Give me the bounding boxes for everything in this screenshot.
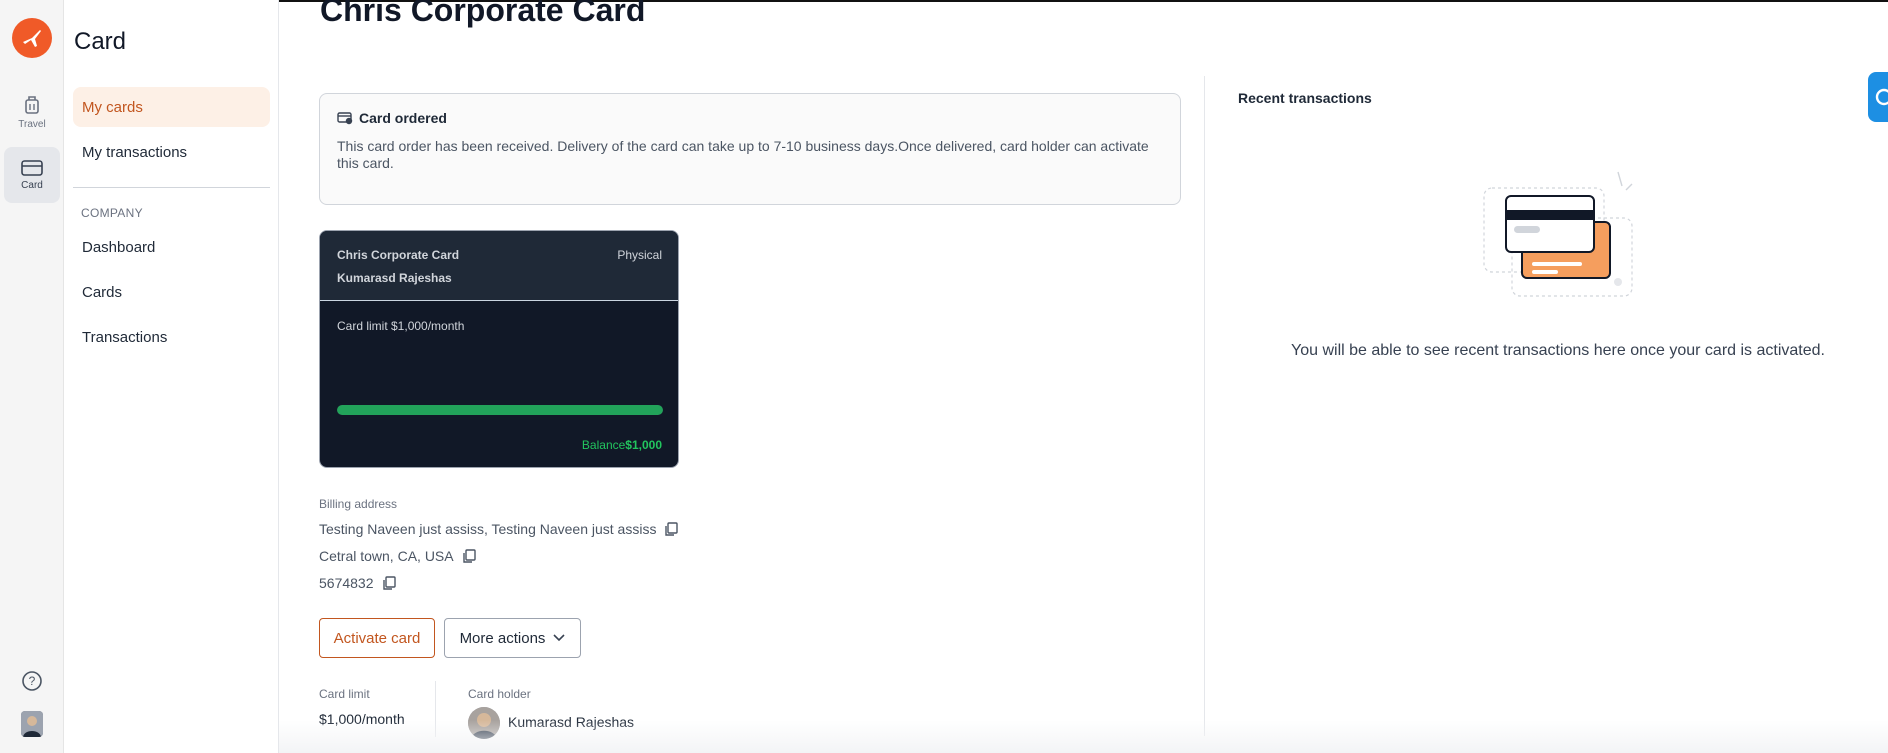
balance-label: Balance <box>581 438 626 452</box>
recent-transactions-title: Recent transactions <box>1238 90 1372 106</box>
person-avatar-icon <box>468 707 500 739</box>
copy-icon[interactable] <box>462 548 476 564</box>
card-ordered-icon <box>337 111 353 124</box>
card-type: Physical <box>617 248 662 262</box>
sidebar-item-label: Dashboard <box>82 238 156 256</box>
copy-icon[interactable] <box>382 575 396 591</box>
chat-icon <box>1875 88 1888 106</box>
card-balance: Balance$1,000 <box>582 438 662 452</box>
card-holder-value: Kumarasd Rajeshas <box>508 714 635 730</box>
more-actions-label: More actions <box>459 629 546 647</box>
billing-line-text: Testing Naveen just assiss, Testing Nave… <box>319 521 657 537</box>
luggage-icon <box>25 95 39 114</box>
card-icon <box>21 159 43 176</box>
sidebar-item-my-cards[interactable]: My cards <box>73 87 270 127</box>
app-logo[interactable] <box>12 18 52 58</box>
empty-cards-illustration-icon <box>1483 171 1633 297</box>
sidebar-title: Card <box>74 28 127 55</box>
person-avatar-icon <box>21 711 43 737</box>
sidebar-item-label: My transactions <box>82 143 188 161</box>
rail-item-travel[interactable]: Travel <box>4 84 60 140</box>
corporate-card[interactable]: Chris Corporate Card Kumarasd Rajeshas P… <box>319 230 679 468</box>
chat-widget-tab[interactable] <box>1868 72 1888 122</box>
card-holder-avatar <box>468 707 500 739</box>
card-holder-name: Kumarasd Rajeshas <box>337 271 452 285</box>
sidebar-item-cards[interactable]: Cards <box>73 272 270 312</box>
svg-text:?: ? <box>29 674 36 688</box>
sidebar-divider <box>73 187 270 188</box>
page-title: Chris Corporate Card <box>320 0 646 28</box>
sidebar-item-label: Transactions <box>82 328 168 346</box>
card-limit-text: Card limit $1,000/month <box>337 319 465 333</box>
sidebar-item-transactions[interactable]: Transactions <box>73 317 270 357</box>
sidebar: Card My cards My transactions COMPANY Da… <box>64 0 279 753</box>
card-limit-label: Card limit <box>319 687 370 701</box>
meta-divider <box>435 681 436 737</box>
billing-line-1: Testing Naveen just assiss, Testing Nave… <box>319 521 679 537</box>
sidebar-item-label: Cards <box>82 283 123 301</box>
sidebar-item-my-transactions[interactable]: My transactions <box>73 132 270 172</box>
billing-line-2: Cetral town, CA, USA <box>319 548 476 564</box>
billing-line-text: 5674832 <box>319 575 374 591</box>
icon-rail: Travel Card ? <box>0 0 64 753</box>
rail-label-card: Card <box>21 179 43 191</box>
billing-line-3: 5674832 <box>319 575 396 591</box>
activate-card-button[interactable]: Activate card <box>319 618 435 658</box>
sidebar-section-company: COMPANY <box>81 206 143 220</box>
recent-transactions-empty-text: You will be able to see recent transacti… <box>1291 342 1825 359</box>
sidebar-item-label: My cards <box>82 98 143 116</box>
plane-logo-icon <box>23 30 41 47</box>
chevron-down-icon <box>553 634 566 642</box>
rail-label-travel: Travel <box>18 118 46 130</box>
balance-progress-bar <box>337 405 663 415</box>
card-header: Chris Corporate Card Kumarasd Rajeshas P… <box>320 231 678 301</box>
copy-icon[interactable] <box>664 521 679 537</box>
card-holder-label: Card holder <box>468 687 531 701</box>
sidebar-item-dashboard[interactable]: Dashboard <box>73 227 270 267</box>
help-circle-icon[interactable]: ? <box>21 670 43 692</box>
billing-line-text: Cetral town, CA, USA <box>319 548 454 564</box>
card-limit-value: $1,000/month <box>319 711 405 727</box>
notice-title: Card ordered <box>359 110 447 126</box>
card-name: Chris Corporate Card <box>337 248 460 262</box>
balance-progress-fill <box>337 405 663 415</box>
balance-value: $1,000 <box>625 438 662 452</box>
panel-divider <box>1204 76 1205 736</box>
rail-item-card[interactable]: Card <box>4 147 60 203</box>
notice-header: Card ordered <box>337 110 1163 126</box>
user-avatar[interactable] <box>21 711 43 737</box>
notice-body: This card order has been received. Deliv… <box>337 138 1149 171</box>
billing-address-label: Billing address <box>319 497 398 511</box>
card-ordered-notice: Card ordered This card order has been re… <box>319 93 1181 205</box>
more-actions-button[interactable]: More actions <box>444 618 581 658</box>
